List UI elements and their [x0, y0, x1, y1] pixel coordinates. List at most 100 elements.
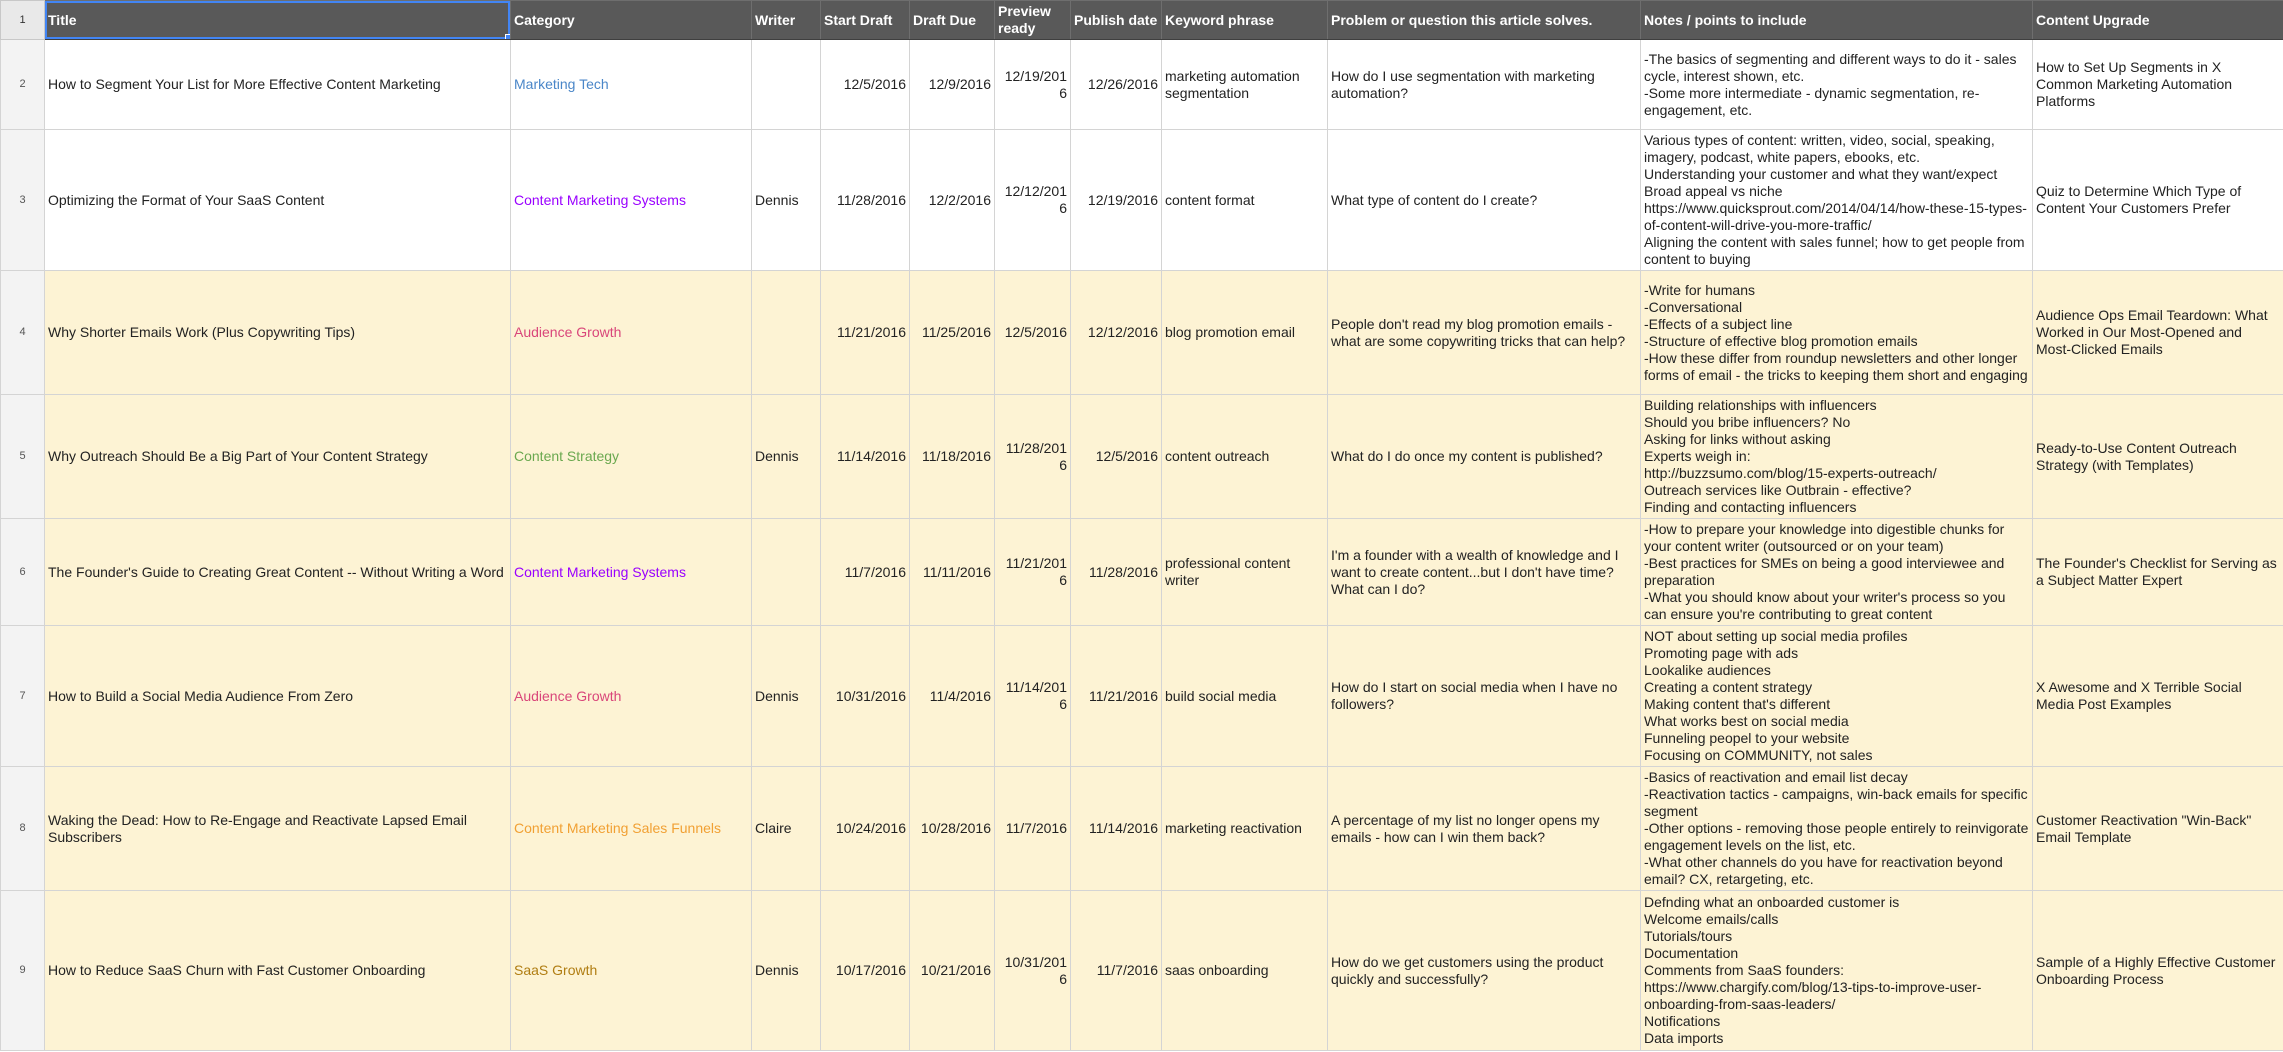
- problem-cell[interactable]: What type of content do I create?: [1327, 129, 1641, 271]
- preview-ready-cell[interactable]: 11/14/2016: [994, 625, 1071, 767]
- category-cell[interactable]: Marketing Tech: [510, 39, 752, 130]
- row-number-header[interactable]: 1: [0, 0, 45, 40]
- preview-ready-cell[interactable]: 12/5/2016: [994, 270, 1071, 395]
- row-number[interactable]: 6: [0, 518, 45, 626]
- column-header-keyword-phrase[interactable]: Keyword phrase: [1161, 0, 1328, 40]
- content-upgrade-cell[interactable]: Audience Ops Email Teardown: What Worked…: [2032, 270, 2283, 395]
- notes-cell[interactable]: -The basics of segmenting and different …: [1640, 39, 2033, 130]
- draft-due-cell[interactable]: 10/28/2016: [909, 766, 995, 891]
- publish-date-cell[interactable]: 11/21/2016: [1070, 625, 1162, 767]
- column-header-content-upgrade[interactable]: Content Upgrade: [2032, 0, 2283, 40]
- writer-cell[interactable]: Dennis: [751, 890, 821, 1051]
- draft-due-cell[interactable]: 10/21/2016: [909, 890, 995, 1051]
- writer-cell[interactable]: [751, 270, 821, 395]
- content-upgrade-cell[interactable]: Customer Reactivation "Win-Back" Email T…: [2032, 766, 2283, 891]
- keyword-cell[interactable]: marketing reactivation: [1161, 766, 1328, 891]
- title-cell[interactable]: Optimizing the Format of Your SaaS Conte…: [44, 129, 511, 271]
- column-header-publish-date[interactable]: Publish date: [1070, 0, 1162, 40]
- preview-ready-cell[interactable]: 11/7/2016: [994, 766, 1071, 891]
- start-draft-cell[interactable]: 11/21/2016: [820, 270, 910, 395]
- problem-cell[interactable]: What do I do once my content is publishe…: [1327, 394, 1641, 519]
- content-upgrade-cell[interactable]: The Founder's Checklist for Serving as a…: [2032, 518, 2283, 626]
- publish-date-cell[interactable]: 12/19/2016: [1070, 129, 1162, 271]
- keyword-cell[interactable]: content format: [1161, 129, 1328, 271]
- writer-cell[interactable]: [751, 39, 821, 130]
- draft-due-cell[interactable]: 12/9/2016: [909, 39, 995, 130]
- row-number[interactable]: 5: [0, 394, 45, 519]
- keyword-cell[interactable]: marketing automation segmentation: [1161, 39, 1328, 130]
- draft-due-cell[interactable]: 11/18/2016: [909, 394, 995, 519]
- start-draft-cell[interactable]: 11/28/2016: [820, 129, 910, 271]
- problem-cell[interactable]: I'm a founder with a wealth of knowledge…: [1327, 518, 1641, 626]
- notes-cell[interactable]: -How to prepare your knowledge into dige…: [1640, 518, 2033, 626]
- publish-date-cell[interactable]: 12/12/2016: [1070, 270, 1162, 395]
- category-cell[interactable]: Content Strategy: [510, 394, 752, 519]
- notes-cell[interactable]: Building relationships with influencers …: [1640, 394, 2033, 519]
- writer-cell[interactable]: Dennis: [751, 625, 821, 767]
- column-header-problem[interactable]: Problem or question this article solves.: [1327, 0, 1641, 40]
- problem-cell[interactable]: People don't read my blog promotion emai…: [1327, 270, 1641, 395]
- column-header-notes[interactable]: Notes / points to include: [1640, 0, 2033, 40]
- keyword-cell[interactable]: build social media: [1161, 625, 1328, 767]
- draft-due-cell[interactable]: 11/4/2016: [909, 625, 995, 767]
- notes-cell[interactable]: -Basics of reactivation and email list d…: [1640, 766, 2033, 891]
- title-cell[interactable]: Why Shorter Emails Work (Plus Copywritin…: [44, 270, 511, 395]
- draft-due-cell[interactable]: 12/2/2016: [909, 129, 995, 271]
- start-draft-cell[interactable]: 10/24/2016: [820, 766, 910, 891]
- preview-ready-cell[interactable]: 11/28/2016: [994, 394, 1071, 519]
- content-upgrade-cell[interactable]: How to Set Up Segments in X Common Marke…: [2032, 39, 2283, 130]
- category-cell[interactable]: Content Marketing Sales Funnels: [510, 766, 752, 891]
- fill-handle[interactable]: [505, 34, 510, 39]
- problem-cell[interactable]: A percentage of my list no longer opens …: [1327, 766, 1641, 891]
- draft-due-cell[interactable]: 11/11/2016: [909, 518, 995, 626]
- start-draft-cell[interactable]: 11/7/2016: [820, 518, 910, 626]
- title-cell[interactable]: How to Reduce SaaS Churn with Fast Custo…: [44, 890, 511, 1051]
- category-cell[interactable]: Content Marketing Systems: [510, 129, 752, 271]
- title-cell[interactable]: How to Segment Your List for More Effect…: [44, 39, 511, 130]
- preview-ready-cell[interactable]: 12/19/2016: [994, 39, 1071, 130]
- row-number[interactable]: 2: [0, 39, 45, 130]
- title-cell[interactable]: Waking the Dead: How to Re-Engage and Re…: [44, 766, 511, 891]
- column-header-writer[interactable]: Writer: [751, 0, 821, 40]
- problem-cell[interactable]: How do we get customers using the produc…: [1327, 890, 1641, 1051]
- draft-due-cell[interactable]: 11/25/2016: [909, 270, 995, 395]
- content-upgrade-cell[interactable]: X Awesome and X Terrible Social Media Po…: [2032, 625, 2283, 767]
- column-header-draft-due[interactable]: Draft Due: [909, 0, 995, 40]
- keyword-cell[interactable]: blog promotion email: [1161, 270, 1328, 395]
- publish-date-cell[interactable]: 12/5/2016: [1070, 394, 1162, 519]
- preview-ready-cell[interactable]: 10/31/2016: [994, 890, 1071, 1051]
- start-draft-cell[interactable]: 12/5/2016: [820, 39, 910, 130]
- writer-cell[interactable]: Dennis: [751, 129, 821, 271]
- keyword-cell[interactable]: professional content writer: [1161, 518, 1328, 626]
- writer-cell[interactable]: [751, 518, 821, 626]
- row-number[interactable]: 7: [0, 625, 45, 767]
- row-number[interactable]: 8: [0, 766, 45, 891]
- column-header-category[interactable]: Category: [510, 0, 752, 40]
- keyword-cell[interactable]: saas onboarding: [1161, 890, 1328, 1051]
- row-number[interactable]: 4: [0, 270, 45, 395]
- keyword-cell[interactable]: content outreach: [1161, 394, 1328, 519]
- start-draft-cell[interactable]: 10/17/2016: [820, 890, 910, 1051]
- publish-date-cell[interactable]: 11/7/2016: [1070, 890, 1162, 1051]
- notes-cell[interactable]: Various types of content: written, video…: [1640, 129, 2033, 271]
- column-header-preview-ready[interactable]: Preview ready: [994, 0, 1071, 40]
- title-cell[interactable]: Why Outreach Should Be a Big Part of You…: [44, 394, 511, 519]
- content-upgrade-cell[interactable]: Sample of a Highly Effective Customer On…: [2032, 890, 2283, 1051]
- start-draft-cell[interactable]: 11/14/2016: [820, 394, 910, 519]
- problem-cell[interactable]: How do I use segmentation with marketing…: [1327, 39, 1641, 130]
- category-cell[interactable]: SaaS Growth: [510, 890, 752, 1051]
- category-cell[interactable]: Content Marketing Systems: [510, 518, 752, 626]
- content-upgrade-cell[interactable]: Ready-to-Use Content Outreach Strategy (…: [2032, 394, 2283, 519]
- writer-cell[interactable]: Dennis: [751, 394, 821, 519]
- category-cell[interactable]: Audience Growth: [510, 625, 752, 767]
- title-cell[interactable]: How to Build a Social Media Audience Fro…: [44, 625, 511, 767]
- column-header-title[interactable]: Title: [44, 0, 511, 40]
- title-cell[interactable]: The Founder's Guide to Creating Great Co…: [44, 518, 511, 626]
- column-header-start-draft[interactable]: Start Draft: [820, 0, 910, 40]
- publish-date-cell[interactable]: 12/26/2016: [1070, 39, 1162, 130]
- notes-cell[interactable]: -Write for humans -Conversational -Effec…: [1640, 270, 2033, 395]
- category-cell[interactable]: Audience Growth: [510, 270, 752, 395]
- problem-cell[interactable]: How do I start on social media when I ha…: [1327, 625, 1641, 767]
- preview-ready-cell[interactable]: 12/12/2016: [994, 129, 1071, 271]
- notes-cell[interactable]: Defnding what an onboarded customer is W…: [1640, 890, 2033, 1051]
